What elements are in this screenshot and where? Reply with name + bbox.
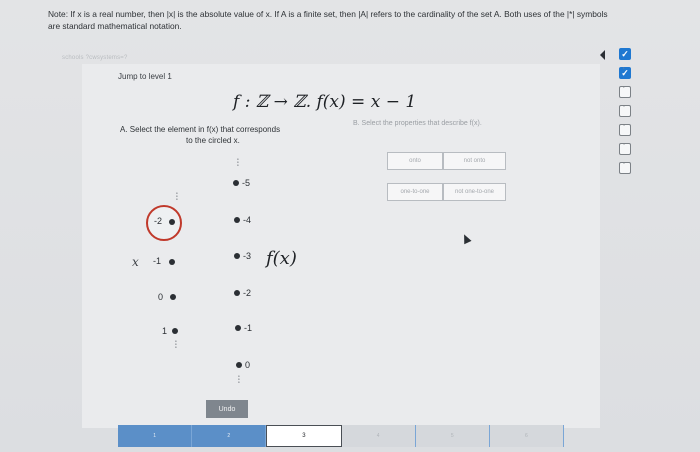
- range-label-m2: -2: [243, 288, 252, 298]
- function-definition: f : ℤ → ℤ. f(x) = x − 1: [233, 92, 417, 112]
- domain-label-zero: 0: [158, 292, 164, 302]
- collapse-arrow-icon[interactable]: [600, 50, 605, 60]
- sidebar-number: 5: [623, 142, 625, 146]
- level-tab-2[interactable]: 2: [192, 425, 267, 447]
- sidebar-empty-box-icon: [619, 162, 631, 174]
- domain-dot-m2[interactable]: [169, 219, 175, 225]
- range-label-zero: 0: [245, 360, 251, 370]
- range-label-m4: -4: [243, 215, 252, 225]
- sidebar-empty-box-icon: [619, 86, 631, 98]
- sidebar-number: 1: [623, 66, 625, 70]
- domain-dot-m1[interactable]: [169, 259, 175, 265]
- sidebar-empty-box-icon: [619, 105, 631, 117]
- range-dot-m1[interactable]: [235, 325, 241, 331]
- range-label-m3: -3: [243, 251, 252, 261]
- option-not-onto[interactable]: not onto: [443, 152, 506, 170]
- domain-label-m2: -2: [154, 216, 163, 226]
- sidebar-number: 3: [623, 104, 625, 108]
- level-tab-5[interactable]: 5: [415, 425, 490, 447]
- sidebar-number: 2: [623, 85, 625, 89]
- range-dot-m3[interactable]: [234, 253, 240, 259]
- sidebar-number: 4: [623, 123, 625, 127]
- domain-ellipsis-bottom: ● ● ●: [175, 339, 177, 349]
- range-dot-zero[interactable]: [236, 362, 242, 368]
- range-dot-m4[interactable]: [234, 217, 240, 223]
- level-tab-6[interactable]: 6: [489, 425, 565, 447]
- part-a-prompt: A. Select the element in f(x) that corre…: [120, 124, 330, 146]
- part-a-line2: to the circled x.: [186, 136, 240, 145]
- range-label-m1: -1: [244, 323, 253, 333]
- range-ellipsis-bottom: ● ● ●: [238, 374, 240, 384]
- sidebar-check-icon: ✓: [619, 48, 631, 60]
- domain-variable: x: [132, 255, 139, 269]
- option-onto[interactable]: onto: [387, 152, 443, 170]
- domain-dot-zero[interactable]: [170, 294, 176, 300]
- domain-label-m1: -1: [153, 256, 162, 266]
- range-ellipsis-top: ● ● ●: [237, 157, 239, 167]
- domain-dot-one[interactable]: [172, 328, 178, 334]
- notation-note: Note: If x is a real number, then |x| is…: [48, 9, 608, 31]
- part-a-line1: A. Select the element in f(x) that corre…: [120, 125, 281, 134]
- progress-sidebar: ✓ ✓: [619, 48, 633, 220]
- option-one-to-one[interactable]: one-to-one: [387, 183, 443, 201]
- level-tab-1[interactable]: 1: [118, 425, 193, 447]
- sidebar-number: 6: [623, 161, 625, 165]
- range-dot-m2[interactable]: [234, 290, 240, 296]
- range-label-m5: -5: [242, 178, 251, 188]
- option-not-one-to-one[interactable]: not one-to-one: [443, 183, 506, 201]
- domain-label-one: 1: [162, 326, 168, 336]
- jump-to-level-link[interactable]: Jump to level 1: [118, 72, 172, 81]
- range-dot-m5[interactable]: [233, 180, 239, 186]
- range-function-label: f(x): [266, 248, 297, 269]
- page: Note: If x is a real number, then |x| is…: [0, 0, 700, 452]
- blurred-caption: schools ?cwsystems=?: [62, 55, 128, 61]
- domain-ellipsis-top: ● ● ●: [176, 191, 178, 201]
- sidebar-empty-box-icon: [619, 143, 631, 155]
- level-tab-4[interactable]: 4: [341, 425, 416, 447]
- undo-button[interactable]: Undo: [206, 400, 248, 418]
- sidebar-empty-box-icon: [619, 124, 631, 136]
- level-tab-3[interactable]: 3: [266, 425, 342, 447]
- circled-element-marker[interactable]: [146, 205, 182, 241]
- part-b-prompt: B. Select the properties that describe f…: [353, 120, 482, 127]
- problem-panel: [82, 64, 600, 428]
- level-progress-bar: 1 2 3 4 5 6: [118, 425, 565, 447]
- sidebar-check-icon: ✓: [619, 67, 631, 79]
